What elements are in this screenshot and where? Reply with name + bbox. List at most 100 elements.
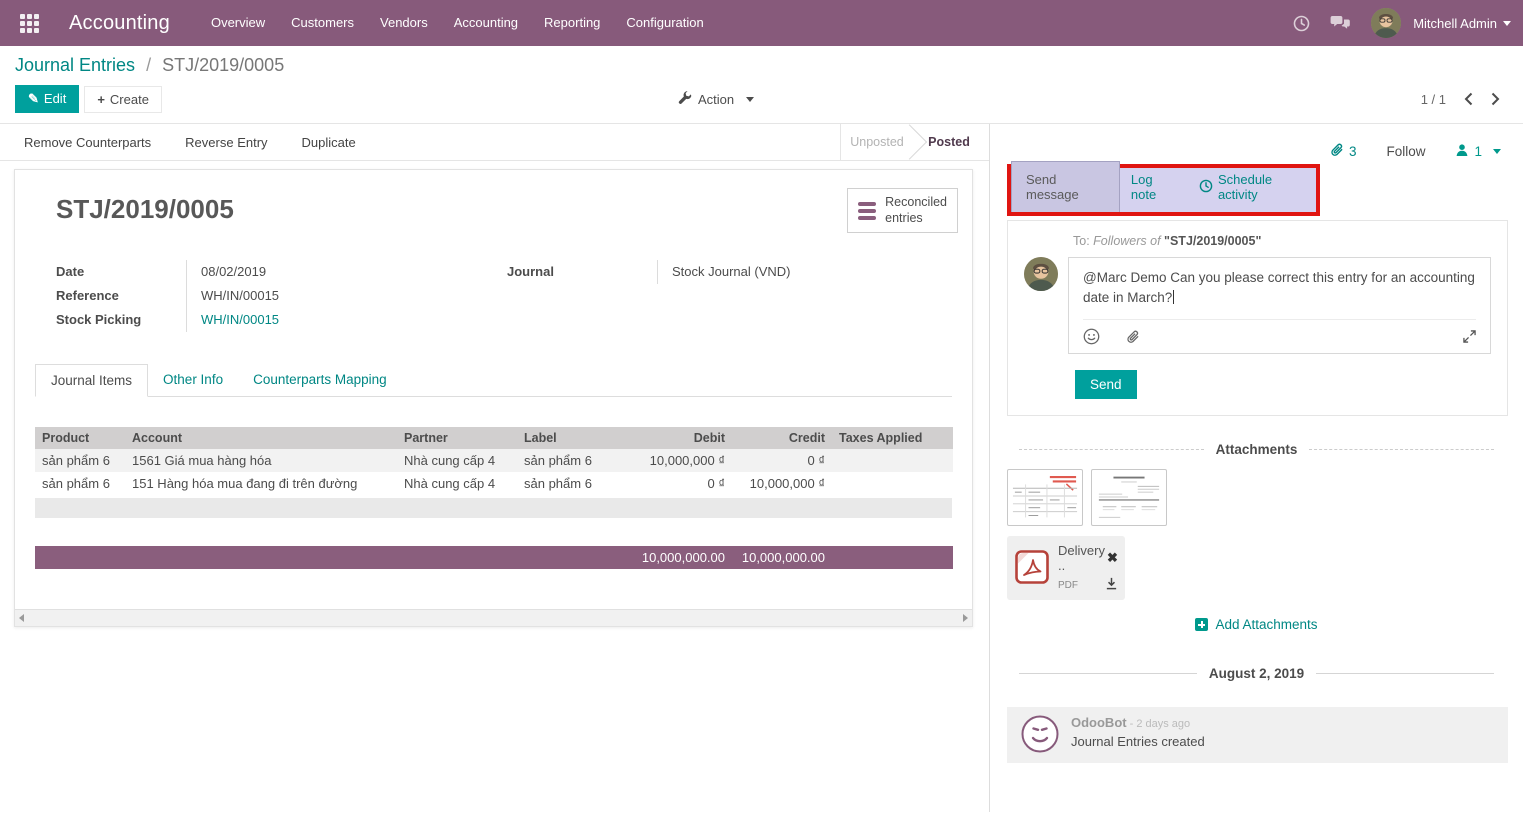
expand-composer-icon[interactable]	[1463, 330, 1476, 343]
tab-schedule-activity[interactable]: Schedule activity	[1188, 162, 1316, 212]
reconciled-entries-button[interactable]: Reconciledentries	[847, 188, 958, 233]
message-input[interactable]: @Marc Demo Can you please correct this e…	[1068, 257, 1491, 354]
menu-vendors[interactable]: Vendors	[367, 0, 441, 46]
user-menu-label: Mitchell Admin	[1413, 16, 1497, 31]
attach-file-icon[interactable]	[1126, 329, 1141, 345]
totals-row: 10,000,000.00 10,000,000.00	[35, 546, 953, 569]
odoobot-avatar	[1021, 715, 1059, 753]
date-label: Date	[56, 260, 186, 284]
top-navbar: Accounting Overview Customers Vendors Ac…	[0, 0, 1523, 46]
action-dropdown[interactable]: Action	[678, 91, 754, 108]
message-composer: To: Followers of "STJ/2019/0005" @Marc D…	[1007, 220, 1508, 416]
attachments-divider: Attachments	[1007, 442, 1506, 457]
attachment-thumbnail-1[interactable]	[1007, 469, 1083, 526]
col-debit: Debit	[617, 427, 732, 449]
statusbar: Remove Counterparts Reverse Entry Duplic…	[0, 124, 989, 161]
form-sheet: STJ/2019/0005 Reconciledentries Date08/0…	[14, 169, 973, 627]
message-draft-text: @Marc Demo Can you please correct this e…	[1083, 270, 1475, 305]
duplicate-button[interactable]: Duplicate	[302, 135, 356, 150]
annotation-red-box: Send message Log note Schedule activity	[1007, 164, 1320, 216]
notebook-tabs: Journal Items Other Info Counterparts Ma…	[35, 364, 952, 397]
tab-counterparts-mapping[interactable]: Counterparts Mapping	[238, 364, 402, 396]
scroll-left-icon[interactable]	[19, 614, 24, 622]
add-attachments-button[interactable]: Add Attachments	[990, 617, 1523, 632]
col-taxes-applied: Taxes Applied	[832, 427, 953, 449]
download-icon[interactable]	[1105, 577, 1118, 593]
menu-reporting[interactable]: Reporting	[531, 0, 613, 46]
edit-label: Edit	[44, 91, 66, 106]
chatter-panel: 3 Follow 1 Send message Log note Schedul…	[990, 124, 1523, 812]
apps-menu-icon[interactable]	[20, 14, 39, 33]
pdf-type-label: PDF	[1058, 580, 1078, 591]
form-view: Remove Counterparts Reverse Entry Duplic…	[0, 124, 990, 812]
user-menu[interactable]: Mitchell Admin	[1413, 16, 1511, 31]
menu-accounting[interactable]: Accounting	[441, 0, 531, 46]
activities-clock-icon[interactable]	[1293, 15, 1310, 32]
pager: 1 / 1	[1421, 92, 1500, 107]
follow-button[interactable]: Follow	[1386, 144, 1425, 159]
journal-item-row[interactable]: sản phẩm 6 1561 Giá mua hàng hóa Nhà cun…	[35, 449, 953, 472]
composer-avatar	[1024, 257, 1058, 291]
caret-down-icon	[1503, 21, 1511, 26]
pdf-file-icon	[1015, 550, 1049, 587]
text-cursor	[1173, 290, 1174, 304]
create-label: Create	[110, 92, 149, 107]
attachment-count: 3	[1349, 144, 1357, 159]
status-unposted[interactable]: Unposted	[841, 124, 913, 160]
action-label: Action	[698, 92, 734, 107]
col-credit: Credit	[732, 427, 832, 449]
pager-previous-icon[interactable]	[1464, 92, 1473, 106]
plus-icon: +	[97, 92, 105, 107]
app-title[interactable]: Accounting	[69, 12, 170, 35]
scroll-right-icon[interactable]	[963, 614, 968, 622]
stock-picking-link[interactable]: WH/IN/00015	[186, 308, 507, 332]
plus-square-icon	[1195, 618, 1208, 631]
status-widget: Unposted Posted	[840, 124, 985, 160]
remove-counterparts-button[interactable]: Remove Counterparts	[24, 135, 151, 150]
reverse-entry-button[interactable]: Reverse Entry	[185, 135, 267, 150]
caret-down-icon	[746, 97, 754, 102]
journal-item-row[interactable]: sản phẩm 6 151 Hàng hóa mua đang đi trên…	[35, 472, 953, 495]
emoji-icon[interactable]	[1083, 328, 1100, 345]
horizontal-scrollbar[interactable]	[15, 609, 972, 626]
journal-label: Journal	[507, 260, 657, 284]
menu-configuration[interactable]: Configuration	[613, 0, 716, 46]
menu-customers[interactable]: Customers	[278, 0, 367, 46]
empty-table-row	[35, 498, 952, 518]
pager-next-icon[interactable]	[1491, 92, 1500, 106]
col-account: Account	[125, 427, 397, 449]
tab-send-message[interactable]: Send message	[1011, 161, 1120, 212]
delete-attachment-icon[interactable]: ✖	[1107, 550, 1118, 566]
table-header-row: Product Account Partner Label Debit Cred…	[35, 427, 953, 449]
tab-journal-items[interactable]: Journal Items	[35, 364, 148, 397]
stock-picking-label: Stock Picking	[56, 308, 186, 332]
edit-button[interactable]: ✎ Edit	[15, 85, 79, 113]
journal-value: Stock Journal (VND)	[657, 260, 958, 284]
record-title: STJ/2019/0005	[56, 194, 234, 225]
menu-overview[interactable]: Overview	[198, 0, 278, 46]
col-product: Product	[35, 427, 125, 449]
date-divider: August 2, 2019	[1007, 666, 1506, 681]
create-button[interactable]: + Create	[84, 86, 162, 113]
list-bars-icon	[858, 202, 876, 220]
breadcrumb: Journal Entries / STJ/2019/0005	[15, 55, 1508, 76]
col-partner: Partner	[397, 427, 517, 449]
send-button[interactable]: Send	[1075, 370, 1137, 399]
breadcrumb-journal-entries[interactable]: Journal Entries	[15, 55, 135, 75]
col-label: Label	[517, 427, 617, 449]
followers-menu[interactable]: 1	[1455, 143, 1501, 160]
journal-items-table: Product Account Partner Label Debit Cred…	[35, 427, 953, 495]
user-avatar[interactable]	[1371, 8, 1401, 38]
pdf-attachment-card[interactable]: Delivery .. ✖ PDF	[1007, 536, 1125, 600]
messages-chat-icon[interactable]	[1330, 15, 1351, 31]
attachment-thumbnail-2[interactable]	[1091, 469, 1167, 526]
control-panel: Journal Entries / STJ/2019/0005 ✎ Edit + C…	[0, 46, 1523, 124]
breadcrumb-separator: /	[146, 55, 151, 75]
tab-other-info[interactable]: Other Info	[148, 364, 238, 396]
tab-log-note[interactable]: Log note	[1120, 162, 1188, 212]
pdf-file-name[interactable]: Delivery ..	[1058, 543, 1105, 573]
message-body: Journal Entries created	[1071, 734, 1205, 749]
reference-value: WH/IN/00015	[186, 284, 507, 308]
pencil-icon: ✎	[28, 91, 39, 106]
attachments-counter[interactable]: 3	[1330, 142, 1357, 161]
